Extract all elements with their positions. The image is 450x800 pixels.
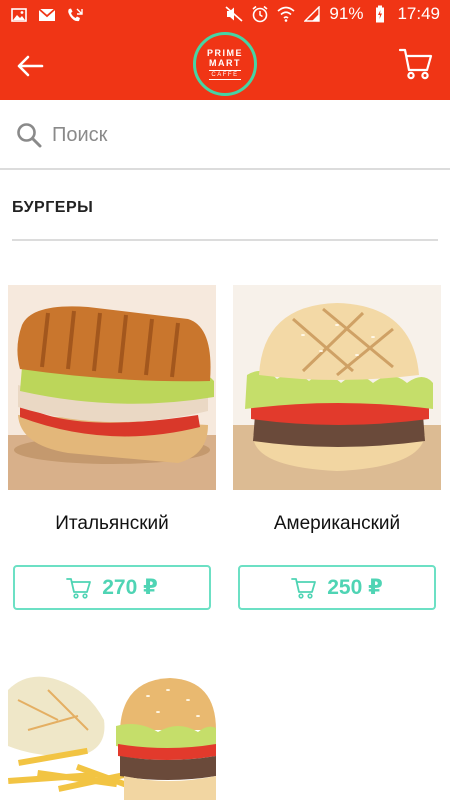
logo-line-1: PRIME	[206, 48, 243, 58]
signal-icon	[303, 5, 321, 23]
gmail-notification-icon	[38, 6, 56, 24]
missed-call-icon	[66, 6, 84, 24]
mute-icon	[225, 5, 243, 23]
battery-icon	[371, 5, 389, 23]
product-name: Итальянский	[55, 513, 169, 534]
section-title: БУРГЕРЫ	[12, 199, 94, 216]
status-bar: 91% 17:49	[0, 0, 450, 32]
product-image-italian-burger[interactable]	[8, 285, 216, 490]
search-icon[interactable]	[16, 122, 42, 148]
cart-icon	[66, 577, 92, 599]
clock: 17:49	[397, 4, 440, 23]
add-to-cart-button[interactable]: 250 ₽	[238, 565, 436, 610]
product-card[interactable]: Итальянский 270 ₽	[8, 285, 216, 615]
cart-button[interactable]	[396, 44, 436, 84]
search-input[interactable]	[52, 118, 432, 152]
cart-icon	[399, 48, 433, 80]
product-image-burger-combo[interactable]	[8, 660, 216, 800]
add-to-cart-button[interactable]: 270 ₽	[13, 565, 211, 610]
product-name: Американский	[273, 513, 401, 534]
battery-percent: 91%	[329, 4, 364, 23]
product-image-american-burger[interactable]	[233, 285, 441, 490]
logo-line-2: MART	[209, 58, 241, 68]
alarm-icon	[251, 5, 269, 23]
product-card[interactable]	[8, 660, 216, 800]
product-price: 270 ₽	[102, 576, 158, 599]
product-card[interactable]: Американский 250 ₽	[233, 285, 441, 615]
cart-icon	[291, 577, 317, 599]
app-bar: PRIME MART CAFFÈ	[0, 32, 450, 100]
logo-line-3: CAFFÈ	[209, 70, 241, 80]
product-price: 250 ₽	[327, 576, 383, 599]
back-button[interactable]	[10, 46, 50, 86]
prime-mart-logo[interactable]: PRIME MART CAFFÈ	[193, 32, 257, 96]
gallery-notification-icon	[10, 6, 28, 24]
arrow-left-icon	[17, 55, 44, 77]
search-bar	[0, 100, 450, 170]
section-divider	[12, 239, 438, 241]
wifi-icon	[277, 5, 295, 23]
